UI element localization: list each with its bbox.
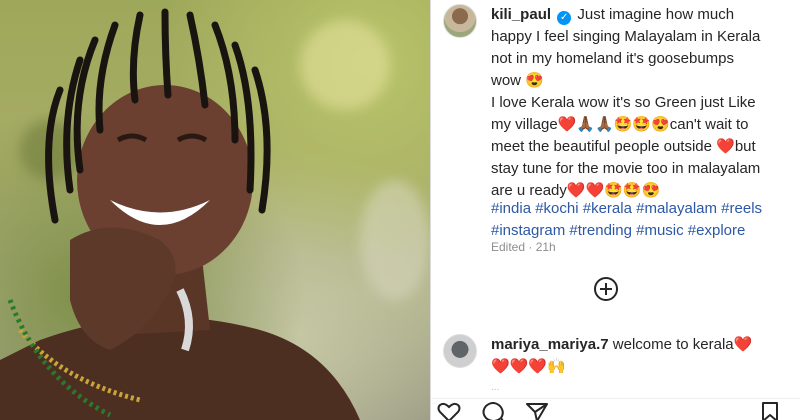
plus-circle-icon[interactable]: [593, 276, 619, 302]
bookmark-icon[interactable]: [759, 402, 781, 420]
caption-line: I love Kerala wow it's so Green just Lik…: [491, 94, 756, 111]
caption-line: not in my homeland it's goosebumps: [491, 50, 734, 67]
hashtag-link[interactable]: #kochi: [535, 200, 578, 217]
post-timestamp: Edited · 21h: [491, 240, 556, 254]
hashtag-link[interactable]: #instagram: [491, 222, 565, 239]
person-illustration: [0, 8, 360, 420]
caption-line: meet the beautiful people outside ❤️but: [491, 138, 756, 155]
hashtag-link[interactable]: #trending: [569, 222, 632, 239]
next-comment-preview: ...: [491, 382, 500, 393]
comment-body-line2: ❤️❤️❤️🙌: [491, 358, 566, 375]
avatar[interactable]: [443, 4, 477, 38]
verified-badge-icon: ✓: [557, 11, 572, 25]
caption-line: my village❤️🙏🏾🙏🏾🤩🤩😍can't wait to: [491, 116, 749, 133]
caption-line: happy I feel singing Malayalam in Kerala: [491, 28, 761, 45]
caption-text: kili_paul ✓ Just imagine how much happy …: [491, 4, 791, 202]
caption-line: Just imagine how much: [577, 6, 735, 23]
comment-username[interactable]: mariya_mariya.7: [491, 336, 609, 353]
hashtag-link[interactable]: #kerala: [583, 200, 632, 217]
caption-line: stay tune for the movie too in malayalam: [491, 160, 761, 177]
avatar[interactable]: [443, 334, 477, 368]
hashtag-link[interactable]: #reels: [721, 200, 762, 217]
caption-line: are u ready❤️❤️🤩🤩😍: [491, 182, 661, 199]
hashtag-link[interactable]: #malayalam: [636, 200, 717, 217]
comment-icon[interactable]: [481, 402, 505, 420]
comment-text: mariya_mariya.7 welcome to kerala❤️ ❤️❤️…: [491, 334, 791, 378]
hashtag-link[interactable]: #explore: [688, 222, 746, 239]
heart-icon[interactable]: [437, 402, 461, 420]
hashtag-link[interactable]: #india: [491, 200, 531, 217]
post-details-panel: kili_paul ✓ Just imagine how much happy …: [430, 0, 800, 420]
comment-body: welcome to kerala❤️: [612, 336, 753, 353]
instagram-post-view: kili_paul ✓ Just imagine how much happy …: [0, 0, 800, 420]
post-username[interactable]: kili_paul: [491, 6, 551, 23]
post-photo[interactable]: [0, 0, 430, 420]
action-bar: [431, 398, 800, 420]
hashtag-link[interactable]: #music: [636, 222, 684, 239]
caption-line: wow 😍: [491, 72, 544, 89]
hashtags: #india #kochi #kerala #malayalam #reels …: [491, 198, 791, 242]
share-icon[interactable]: [525, 402, 549, 420]
